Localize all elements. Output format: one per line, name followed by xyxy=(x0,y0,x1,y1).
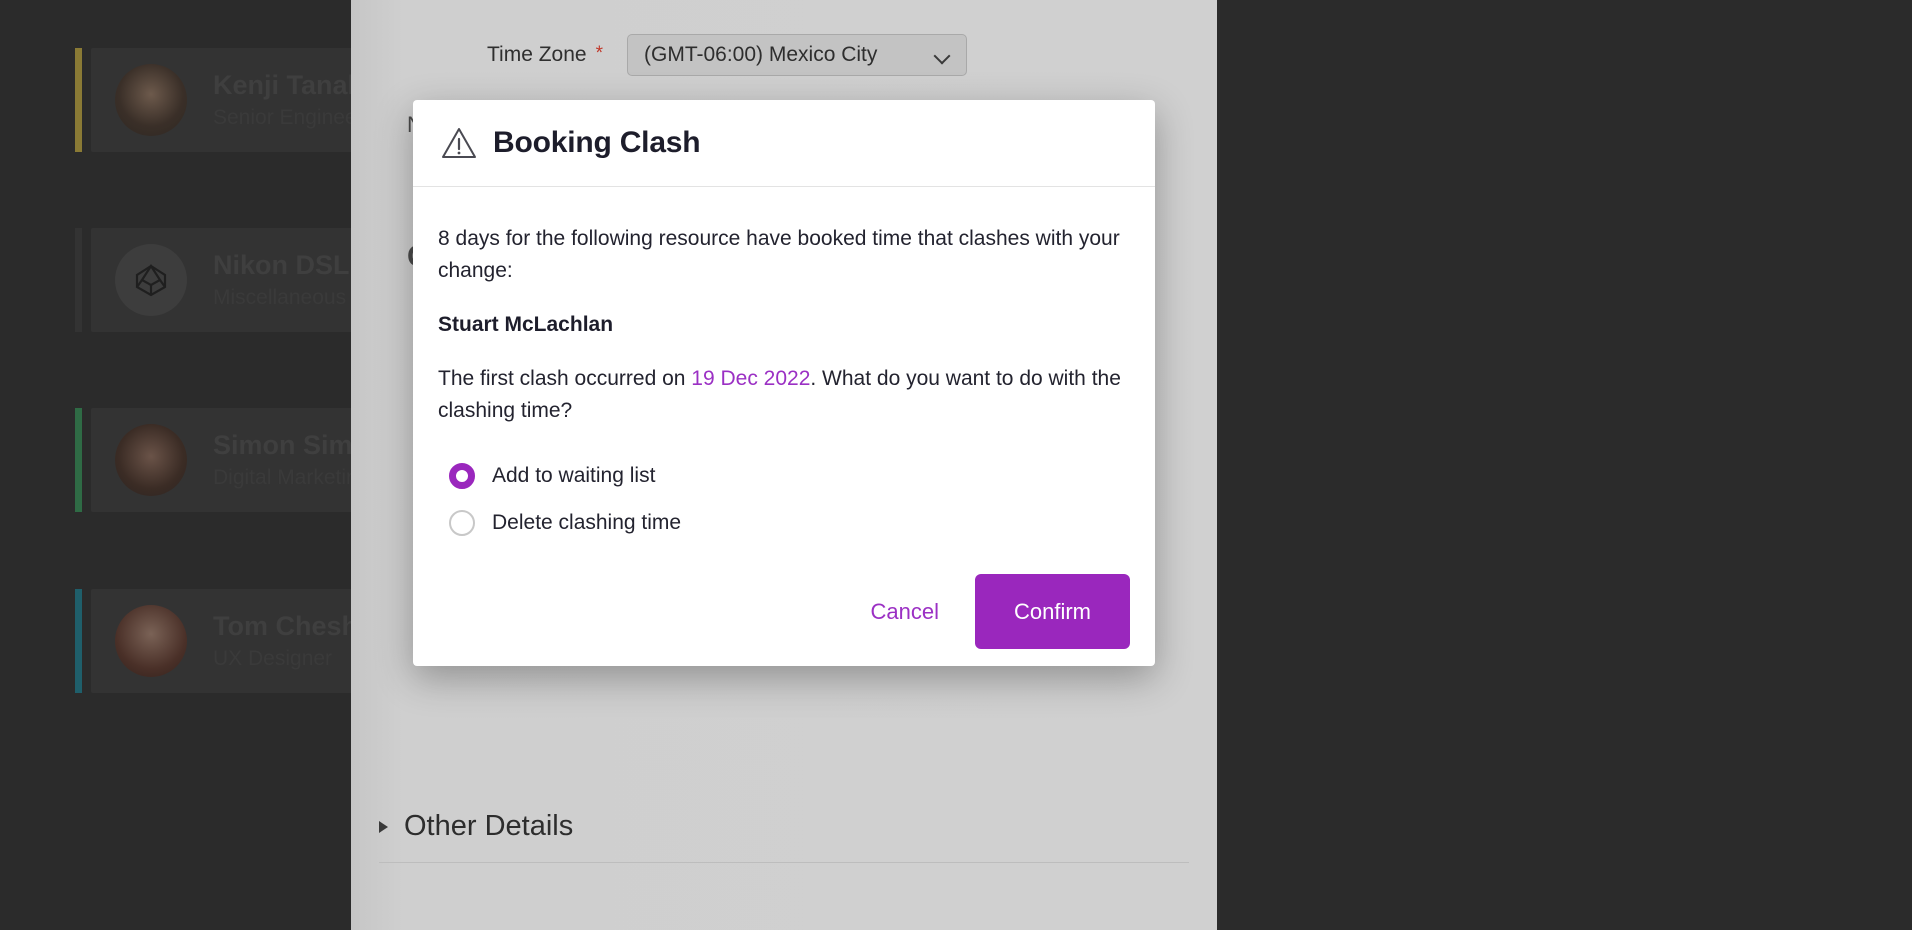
time-zone-label-text: Time Zone xyxy=(487,43,587,66)
polyhedron-icon xyxy=(115,244,187,316)
booking-clash-dialog: Booking Clash 8 days for the following r… xyxy=(413,100,1155,666)
first-clash-date[interactable]: 19 Dec 2022 xyxy=(691,367,810,390)
other-details-label: Other Details xyxy=(404,810,574,842)
other-details-section-toggle[interactable]: Other Details xyxy=(379,810,573,843)
radio-indicator[interactable] xyxy=(449,462,475,489)
row-accent-bar xyxy=(75,48,82,152)
time-zone-field-row: Time Zone * (GMT-06:00) Mexico City xyxy=(351,34,1217,76)
dialog-footer: Cancel Confirm xyxy=(413,550,1155,674)
avatar xyxy=(115,605,187,677)
dialog-title: Booking Clash xyxy=(493,126,701,159)
radio-option-add-to-waiting-list[interactable]: Add to waiting list xyxy=(438,456,1125,496)
clash-resolution-options: Add to waiting list Delete clashing time xyxy=(438,456,1125,543)
divider xyxy=(379,862,1189,863)
clash-question: The first clash occurred on 19 Dec 2022.… xyxy=(438,363,1125,427)
radio-option-delete-clashing-time[interactable]: Delete clashing time xyxy=(438,503,1125,543)
warning-triangle-icon xyxy=(441,126,477,160)
row-accent-bar xyxy=(75,589,82,693)
radio-indicator[interactable] xyxy=(449,509,475,536)
row-accent-bar xyxy=(75,408,82,512)
screen: Kenji Tanaka Senior Engineer Nikon DSLR … xyxy=(0,0,1912,930)
dialog-body: 8 days for the following resource have b… xyxy=(413,187,1155,550)
radio-label: Add to waiting list xyxy=(492,463,656,487)
required-asterisk: * xyxy=(595,43,603,64)
clash-message: 8 days for the following resource have b… xyxy=(438,227,1120,283)
chevron-down-icon xyxy=(936,48,950,62)
chevron-right-icon xyxy=(379,820,388,833)
clash-question-prefix: The first clash occurred on xyxy=(438,367,692,391)
cancel-button[interactable]: Cancel xyxy=(843,585,967,639)
avatar xyxy=(115,64,187,136)
dialog-header: Booking Clash xyxy=(413,100,1155,187)
avatar xyxy=(115,424,187,496)
time-zone-label: Time Zone * xyxy=(351,43,603,67)
radio-label: Delete clashing time xyxy=(492,510,682,534)
confirm-button[interactable]: Confirm xyxy=(975,574,1130,649)
clashing-resource-name: Stuart McLachlan xyxy=(438,313,614,337)
time-zone-select[interactable]: (GMT-06:00) Mexico City xyxy=(627,34,967,76)
time-zone-value: (GMT-06:00) Mexico City xyxy=(644,43,878,66)
row-accent-bar xyxy=(75,228,82,332)
